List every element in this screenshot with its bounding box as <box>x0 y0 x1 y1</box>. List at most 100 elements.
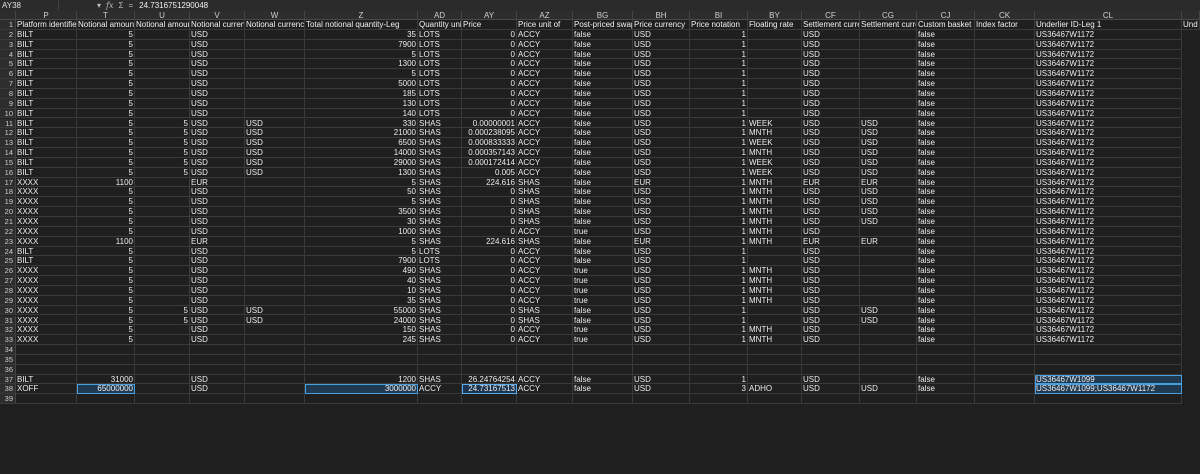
cell-ay34[interactable] <box>462 345 517 355</box>
cell-u23[interactable] <box>135 236 190 247</box>
cell-t35[interactable] <box>77 354 135 365</box>
row-header-34[interactable]: 34 <box>0 345 16 355</box>
cell-cf24[interactable]: USD <box>802 246 860 257</box>
cell-ad14[interactable]: SHAS <box>418 148 462 158</box>
cell-u34[interactable] <box>135 345 190 355</box>
cell-cl4[interactable]: US36467W1172 <box>1035 49 1182 60</box>
column-title-cell[interactable]: Price <box>462 20 517 30</box>
cell-by36[interactable] <box>748 364 802 375</box>
cell-cg14[interactable]: USD <box>860 148 917 158</box>
cell-az31[interactable]: SHAS <box>517 315 573 326</box>
cell-by18[interactable]: MNTH <box>748 187 802 198</box>
cell-ad6[interactable]: LOTS <box>418 69 462 80</box>
cell-t15[interactable]: 5 <box>77 157 135 168</box>
column-header-u[interactable]: U <box>135 11 190 20</box>
cell-cl29[interactable]: US36467W1172 <box>1035 295 1182 306</box>
cell-v21[interactable]: USD <box>190 217 245 227</box>
cell-z24[interactable]: 5 <box>305 246 418 257</box>
cell-z7[interactable]: 5000 <box>305 79 418 89</box>
cell-bi35[interactable] <box>690 354 748 365</box>
cell-az22[interactable]: ACCY <box>517 226 573 237</box>
cell-v7[interactable]: USD <box>190 79 245 89</box>
cell-u15[interactable]: 5 <box>135 157 190 168</box>
cell-by35[interactable] <box>748 354 802 365</box>
cell-bh23[interactable]: EUR <box>633 236 690 247</box>
row-header-18[interactable]: 18 <box>0 187 16 198</box>
cell-ay27[interactable]: 0 <box>462 276 517 286</box>
cell-ay36[interactable] <box>462 364 517 375</box>
cell-bi10[interactable]: 1 <box>690 108 748 119</box>
cell-v32[interactable]: USD <box>190 325 245 336</box>
cell-az5[interactable]: ACCY <box>517 59 573 70</box>
cell-z4[interactable]: 5 <box>305 49 418 60</box>
cell-z10[interactable]: 140 <box>305 108 418 119</box>
cell-cg24[interactable] <box>860 246 917 257</box>
cell-w3[interactable] <box>245 39 305 50</box>
cell-bh30[interactable]: USD <box>633 305 690 316</box>
cell-u17[interactable] <box>135 177 190 188</box>
cell-z13[interactable]: 6500 <box>305 138 418 149</box>
column-header-ad[interactable]: AD <box>418 11 462 20</box>
cell-w8[interactable] <box>245 88 305 99</box>
cell-bh31[interactable]: USD <box>633 315 690 326</box>
cell-u4[interactable] <box>135 49 190 60</box>
cell-t22[interactable]: 5 <box>77 226 135 237</box>
cell-w16[interactable]: USD <box>245 167 305 178</box>
cell-az4[interactable]: ACCY <box>517 49 573 60</box>
cell-u19[interactable] <box>135 197 190 208</box>
cell-cf28[interactable]: USD <box>802 285 860 296</box>
cell-z19[interactable]: 5 <box>305 197 418 208</box>
cell-ad35[interactable] <box>418 354 462 365</box>
cell-cg28[interactable] <box>860 285 917 296</box>
column-header-bi[interactable]: BI <box>690 11 748 20</box>
cell-ad2[interactable]: LOTS <box>418 29 462 40</box>
cell-p37[interactable]: BILT <box>16 374 77 385</box>
cell-cl35[interactable] <box>1035 354 1182 365</box>
cell-ad5[interactable]: LOTS <box>418 59 462 70</box>
cell-ad13[interactable]: SHAS <box>418 138 462 149</box>
function-wizard-icon[interactable]: fx <box>106 1 113 10</box>
cell-p7[interactable]: BILT <box>16 79 77 89</box>
cell-ay23[interactable]: 224.616 <box>462 236 517 247</box>
cell-az20[interactable]: SHAS <box>517 207 573 217</box>
cell-v23[interactable]: EUR <box>190 236 245 247</box>
cell-cf30[interactable]: USD <box>802 305 860 316</box>
name-box-dropdown-icon[interactable]: ▾ <box>97 1 101 10</box>
cell-bi37[interactable]: 1 <box>690 374 748 385</box>
cell-w19[interactable] <box>245 197 305 208</box>
cell-t38[interactable]: 65000000 <box>77 384 135 395</box>
cell-cg10[interactable] <box>860 108 917 119</box>
cell-ck25[interactable] <box>975 256 1035 267</box>
column-title-cell[interactable]: Notional currency <box>190 20 245 30</box>
row-header-9[interactable]: 9 <box>0 98 16 109</box>
column-title-cell[interactable]: Quantity unit <box>418 20 462 30</box>
cell-by9[interactable] <box>748 98 802 109</box>
cell-ay38[interactable]: 24.73167513 <box>462 384 517 395</box>
cell-cf31[interactable]: USD <box>802 315 860 326</box>
cell-v9[interactable]: USD <box>190 98 245 109</box>
cell-bg26[interactable]: true <box>573 266 633 277</box>
row-header-19[interactable]: 19 <box>0 197 16 208</box>
cell-ad25[interactable]: LOTS <box>418 256 462 267</box>
cell-z14[interactable]: 14000 <box>305 148 418 158</box>
cell-ck20[interactable] <box>975 207 1035 217</box>
cell-cg21[interactable]: USD <box>860 217 917 227</box>
cell-cf15[interactable]: USD <box>802 157 860 168</box>
cell-t25[interactable]: 5 <box>77 256 135 267</box>
cell-az9[interactable]: ACCY <box>517 98 573 109</box>
cell-bh19[interactable]: USD <box>633 197 690 208</box>
column-header-cl[interactable]: CL <box>1035 11 1182 20</box>
cell-ck17[interactable] <box>975 177 1035 188</box>
cell-az18[interactable]: SHAS <box>517 187 573 198</box>
equals-icon[interactable]: = <box>128 1 133 10</box>
cell-v38[interactable]: USD <box>190 384 245 395</box>
cell-cl10[interactable]: US36467W1172 <box>1035 108 1182 119</box>
cell-az14[interactable]: ACCY <box>517 148 573 158</box>
cell-w5[interactable] <box>245 59 305 70</box>
cell-p33[interactable]: XXXX <box>16 335 77 346</box>
cell-ay15[interactable]: 0.000172414 <box>462 157 517 168</box>
cell-t17[interactable]: 1100 <box>77 177 135 188</box>
cell-cl36[interactable] <box>1035 364 1182 375</box>
cell-bh29[interactable]: USD <box>633 295 690 306</box>
cell-cf11[interactable]: USD <box>802 118 860 129</box>
